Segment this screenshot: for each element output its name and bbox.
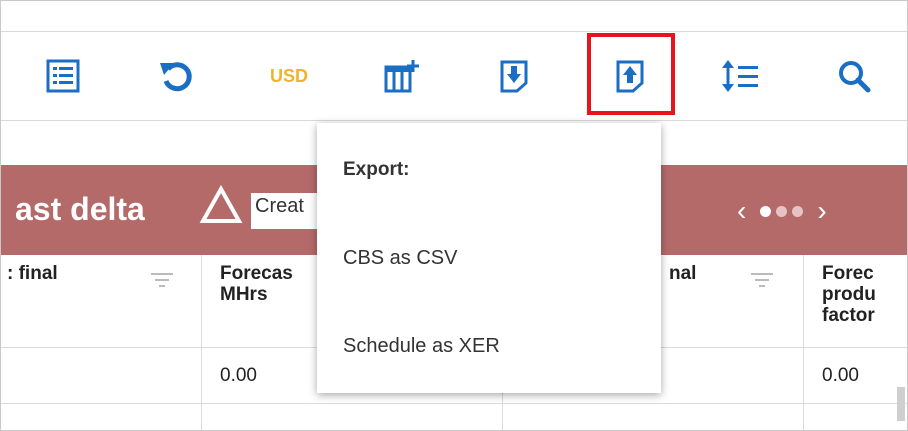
pager-dot[interactable] bbox=[776, 205, 788, 217]
column-header-label: Forecas MHrs bbox=[220, 263, 293, 305]
export-highlight-box bbox=[587, 33, 675, 115]
filter-icon[interactable] bbox=[751, 273, 773, 287]
menu-item-label: Schedule as XER bbox=[343, 335, 500, 357]
column-header-label: nal bbox=[669, 263, 697, 284]
column-divider bbox=[201, 255, 202, 430]
export-menu: Export: CBS as CSV Schedule as XER bbox=[317, 123, 661, 393]
search-icon[interactable] bbox=[829, 32, 879, 120]
column-header[interactable]: : final bbox=[1, 255, 201, 348]
export-schedule-xer-item[interactable]: Schedule as XER bbox=[317, 327, 661, 367]
menu-item-label: CBS as CSV bbox=[343, 247, 458, 269]
delta-icon bbox=[199, 184, 243, 230]
toolbar: USD bbox=[1, 31, 907, 121]
export-cbs-csv-item[interactable]: CBS as CSV bbox=[317, 239, 661, 279]
column-header[interactable]: Forec produ factor bbox=[804, 255, 907, 348]
currency-button[interactable]: USD bbox=[259, 32, 319, 120]
banner-input[interactable]: Creat bbox=[251, 193, 323, 229]
column-header-label: : final bbox=[7, 263, 58, 284]
refresh-icon[interactable] bbox=[151, 32, 201, 120]
export-menu-title: Export: bbox=[343, 159, 410, 180]
banner-title: ast delta bbox=[15, 191, 145, 227]
filter-icon[interactable] bbox=[151, 273, 173, 287]
table-cell[interactable] bbox=[1, 349, 201, 404]
table-cell[interactable]: 0.00 bbox=[804, 349, 907, 404]
cell-value: 0.00 bbox=[220, 365, 257, 386]
add-column-icon[interactable] bbox=[377, 32, 427, 120]
column-header-label: Forec produ factor bbox=[822, 263, 876, 326]
app-window: USD ast delta Creat ‹ ›: final Forecas … bbox=[0, 0, 908, 431]
pager-prev-icon[interactable]: ‹ bbox=[737, 195, 746, 227]
import-icon[interactable] bbox=[489, 32, 539, 120]
pager-dot[interactable] bbox=[760, 205, 772, 217]
column-divider bbox=[803, 255, 804, 430]
pager: ‹ › bbox=[737, 195, 827, 227]
list-view-icon[interactable] bbox=[39, 32, 87, 120]
vertical-scrollbar[interactable] bbox=[897, 387, 905, 421]
row-height-icon[interactable] bbox=[715, 32, 765, 120]
pager-dot[interactable] bbox=[792, 205, 804, 217]
pager-dots bbox=[760, 205, 804, 217]
pager-next-icon[interactable]: › bbox=[817, 195, 826, 227]
cell-value: 0.00 bbox=[822, 365, 859, 386]
